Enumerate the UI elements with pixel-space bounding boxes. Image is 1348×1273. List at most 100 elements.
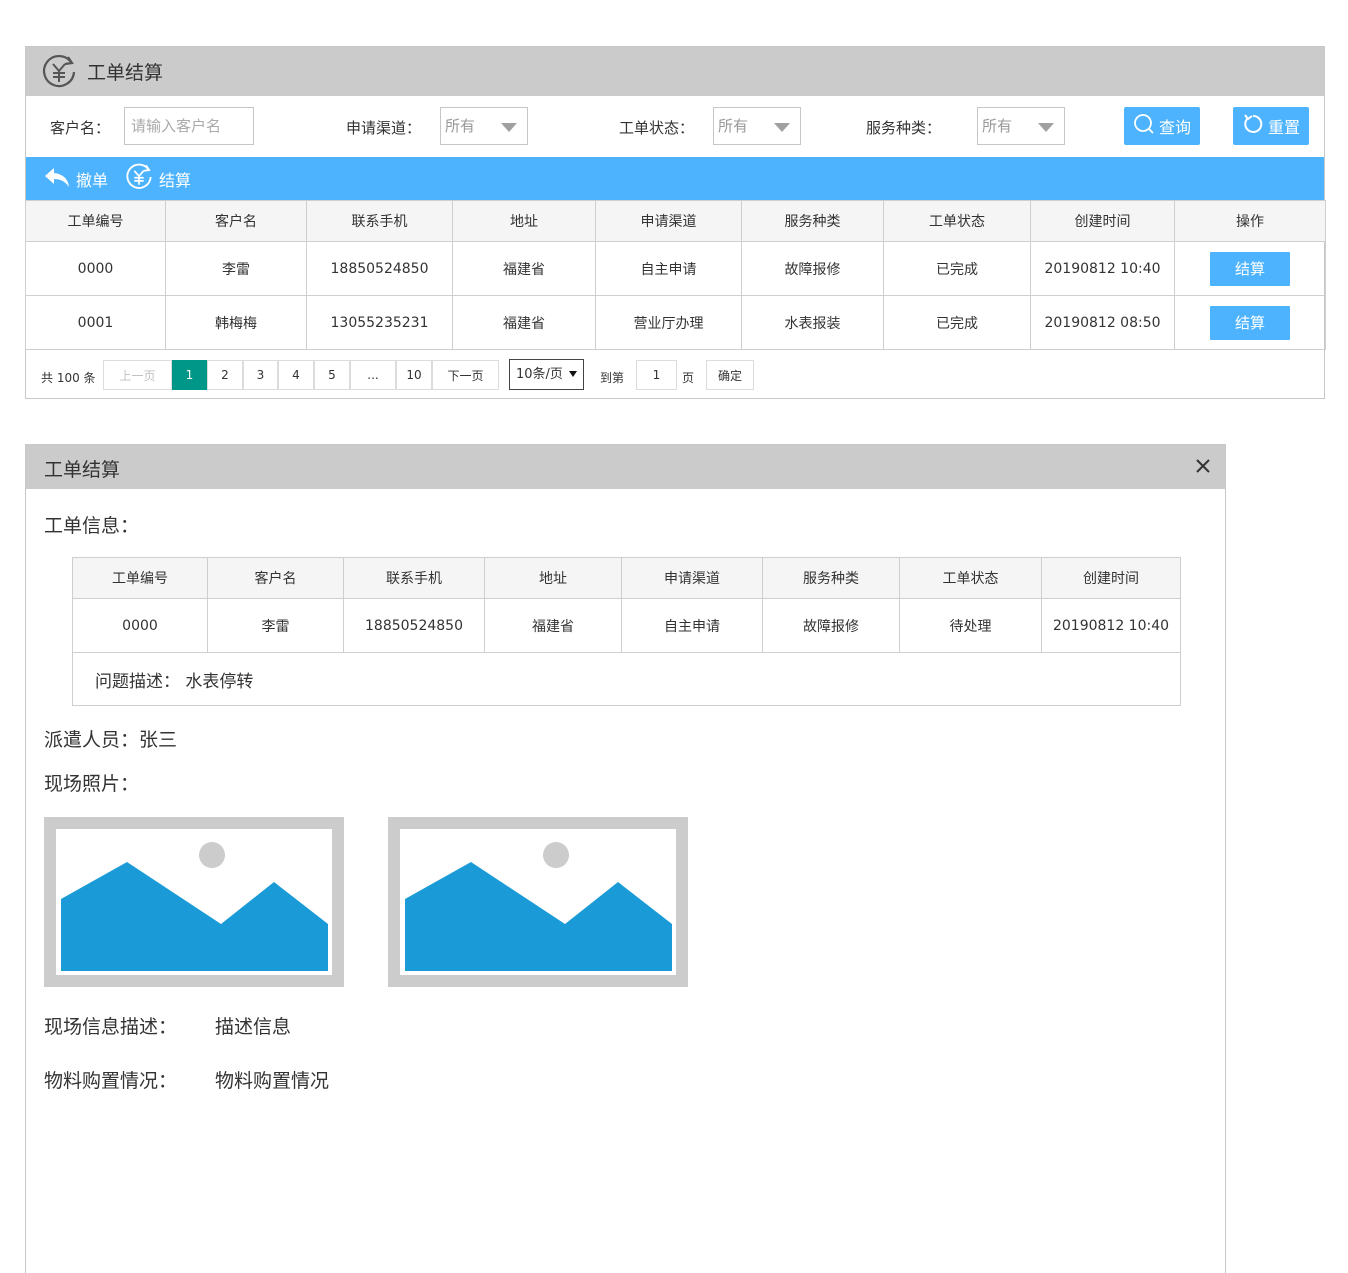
pagination: 共 100 条 上一页 1 2 3 4 5 ... 10 下一页 10条/页 到… bbox=[26, 357, 1324, 395]
scene-photo[interactable] bbox=[388, 817, 688, 987]
reset-button[interactable]: 重置 bbox=[1233, 107, 1309, 145]
revoke-label: 撤单 bbox=[76, 170, 109, 190]
scene-desc-label: 现场信息描述： bbox=[44, 1016, 178, 1038]
cell-order-id: 0001 bbox=[25, 295, 166, 350]
cell-status: 已完成 bbox=[883, 241, 1031, 296]
table-row[interactable]: 0000 李雷 18850524850 福建省 自主申请 故障报修 已完成 20… bbox=[25, 241, 1326, 296]
scene-desc-value: 描述信息 bbox=[215, 1016, 292, 1038]
problem-description: 问题描述： 水表停转 bbox=[72, 652, 1181, 706]
refresh-icon bbox=[1242, 113, 1264, 139]
settle-toolbar-label: 结算 bbox=[159, 170, 192, 190]
page-ellipsis: ... bbox=[350, 360, 396, 390]
service-select[interactable]: 所有 bbox=[977, 107, 1065, 145]
service-label: 服务种类： bbox=[866, 119, 942, 137]
column-header: 服务种类 bbox=[762, 557, 900, 599]
status-label: 工单状态： bbox=[619, 119, 695, 137]
page-button[interactable]: 5 bbox=[314, 360, 350, 390]
settle-button[interactable]: 结算 bbox=[1210, 305, 1290, 340]
cell-status: 已完成 bbox=[883, 295, 1031, 350]
column-header: 申请渠道 bbox=[621, 557, 763, 599]
prev-page-button[interactable]: 上一页 bbox=[103, 360, 172, 390]
goto-page-input[interactable]: 1 bbox=[636, 360, 677, 390]
cell-action: 结算 bbox=[1174, 295, 1326, 350]
cell-customer: 韩梅梅 bbox=[165, 295, 307, 350]
close-icon[interactable] bbox=[1193, 456, 1213, 476]
dispatch-row: 派遣人员：张三 bbox=[44, 725, 177, 752]
cell-address: 福建省 bbox=[452, 295, 596, 350]
channel-label: 申请渠道： bbox=[346, 119, 422, 137]
problem-label: 问题描述： bbox=[95, 671, 180, 692]
order-info-label: 工单信息： bbox=[44, 515, 140, 537]
settlement-panel: 工单结算 客户名： 请输入客户名 申请渠道： 所有 工单状态： 所有 服务种类：… bbox=[25, 46, 1326, 399]
chevron-down-icon bbox=[501, 123, 517, 132]
cell-customer: 李雷 bbox=[207, 598, 344, 653]
page-size-value: 10条/页 bbox=[516, 367, 563, 382]
column-header: 创建时间 bbox=[1030, 200, 1175, 242]
undo-arrow-icon bbox=[44, 166, 70, 192]
yen-refresh-icon bbox=[41, 54, 77, 90]
goto-prefix: 到第 bbox=[600, 371, 625, 385]
pagination-total: 共 100 条 bbox=[41, 371, 96, 385]
cell-phone: 18850524850 bbox=[343, 598, 485, 653]
chevron-down-icon bbox=[1038, 123, 1054, 132]
dispatch-value: 张三 bbox=[139, 729, 178, 751]
scene-photo[interactable] bbox=[44, 817, 344, 987]
column-header: 创建时间 bbox=[1041, 557, 1181, 599]
query-button[interactable]: 查询 bbox=[1124, 107, 1200, 145]
column-header: 申请渠道 bbox=[595, 200, 742, 242]
column-header: 服务种类 bbox=[741, 200, 884, 242]
page-button[interactable]: 3 bbox=[243, 360, 278, 390]
column-header: 操作 bbox=[1174, 200, 1326, 242]
settle-button[interactable]: 结算 bbox=[1210, 251, 1290, 286]
cell-address: 福建省 bbox=[484, 598, 622, 653]
cell-channel: 自主申请 bbox=[621, 598, 763, 653]
cell-status: 待处理 bbox=[899, 598, 1042, 653]
cell-action: 结算 bbox=[1174, 241, 1326, 296]
yen-refresh-icon bbox=[125, 163, 153, 195]
channel-select[interactable]: 所有 bbox=[440, 107, 528, 145]
page-title: 工单结算 bbox=[87, 62, 164, 84]
table-row[interactable]: 0001 韩梅梅 13055235231 福建省 营业厅办理 水表报装 已完成 … bbox=[25, 295, 1326, 350]
caret-down-icon bbox=[569, 371, 577, 377]
panel-title-bar: 工单结算 bbox=[26, 47, 1324, 96]
cell-created: 20190812 08:50 bbox=[1030, 295, 1175, 350]
chevron-down-icon bbox=[774, 123, 790, 132]
settle-toolbar-button[interactable]: 结算 bbox=[125, 157, 191, 200]
problem-value: 水表停转 bbox=[185, 671, 254, 692]
customer-label: 客户名： bbox=[50, 119, 111, 137]
next-page-button[interactable]: 下一页 bbox=[432, 360, 499, 390]
image-placeholder-icon bbox=[400, 829, 676, 975]
column-header: 工单编号 bbox=[25, 200, 166, 242]
page-button[interactable]: 1 bbox=[172, 360, 207, 390]
column-header: 地址 bbox=[452, 200, 596, 242]
channel-select-value: 所有 bbox=[445, 117, 476, 135]
cell-customer: 李雷 bbox=[165, 241, 307, 296]
column-header: 联系手机 bbox=[306, 200, 453, 242]
goto-confirm-button[interactable]: 确定 bbox=[706, 360, 754, 390]
material-label: 物料购置情况： bbox=[44, 1070, 178, 1092]
goto-suffix: 页 bbox=[682, 371, 695, 385]
cell-order-id: 0000 bbox=[72, 598, 208, 653]
cell-channel: 自主申请 bbox=[595, 241, 742, 296]
revoke-button[interactable]: 撤单 bbox=[44, 157, 108, 200]
column-header: 联系手机 bbox=[343, 557, 485, 599]
page-button[interactable]: 2 bbox=[207, 360, 243, 390]
table-header-row: 工单编号 客户名 联系手机 地址 申请渠道 服务种类 工单状态 创建时间 bbox=[72, 557, 1181, 599]
page-size-select[interactable]: 10条/页 bbox=[509, 359, 584, 390]
service-select-value: 所有 bbox=[982, 117, 1013, 135]
action-toolbar: 撤单 结算 bbox=[26, 157, 1324, 200]
cell-channel: 营业厅办理 bbox=[595, 295, 742, 350]
page-button[interactable]: 10 bbox=[396, 360, 432, 390]
status-select[interactable]: 所有 bbox=[713, 107, 801, 145]
cell-service: 故障报修 bbox=[762, 598, 900, 653]
order-detail-table: 工单编号 客户名 联系手机 地址 申请渠道 服务种类 工单状态 创建时间 000… bbox=[72, 557, 1181, 706]
cell-created: 20190812 10:40 bbox=[1041, 598, 1181, 653]
settlement-dialog: 工单结算 工单信息： 工单编号 客户名 联系手机 地址 申请渠道 服务种类 工单… bbox=[25, 444, 1226, 1273]
page-button[interactable]: 4 bbox=[278, 360, 314, 390]
cell-order-id: 0000 bbox=[25, 241, 166, 296]
column-header: 客户名 bbox=[207, 557, 344, 599]
cell-address: 福建省 bbox=[452, 241, 596, 296]
customer-search-input[interactable]: 请输入客户名 bbox=[124, 107, 254, 145]
material-value: 物料购置情况 bbox=[215, 1070, 330, 1092]
photos-label: 现场照片： bbox=[44, 773, 140, 795]
